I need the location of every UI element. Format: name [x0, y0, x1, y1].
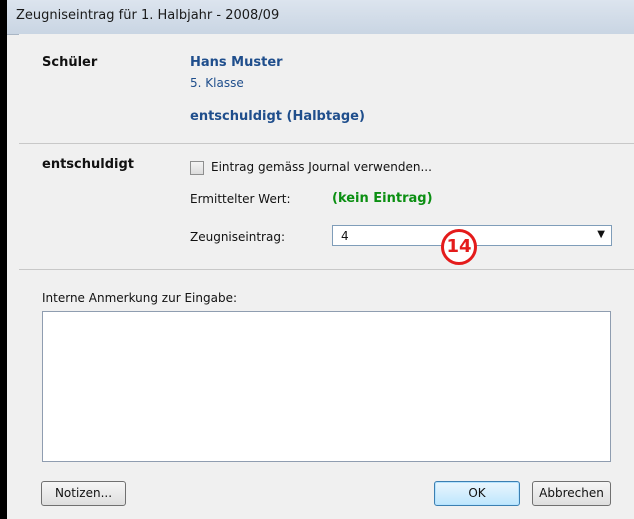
ok-button[interactable]: OK: [434, 481, 520, 506]
window-left-border: [0, 0, 7, 519]
excused-section-label: entschuldigt: [42, 157, 134, 172]
notes-button[interactable]: Notizen...: [41, 481, 126, 506]
internal-notes-textarea[interactable]: [42, 311, 611, 462]
student-class: 5. Klasse: [190, 76, 244, 90]
cancel-button[interactable]: Abbrechen: [532, 481, 611, 506]
section-divider: [19, 269, 634, 270]
window-title: Zeugniseintrag für 1. Halbjahr - 2008/09: [16, 8, 280, 23]
chevron-down-icon[interactable]: ▼: [597, 229, 605, 240]
journal-checkbox[interactable]: [190, 161, 204, 175]
annotation-badge: 14: [441, 229, 477, 265]
student-section-label: Schüler: [42, 55, 98, 70]
title-bar[interactable]: Zeugniseintrag für 1. Halbjahr - 2008/09: [7, 0, 634, 35]
field-caption: entschuldigt (Halbtage): [190, 109, 365, 124]
dialog-window: Zeugniseintrag für 1. Halbjahr - 2008/09…: [0, 0, 634, 519]
journal-checkbox-label[interactable]: Eintrag gemäss Journal verwenden...: [211, 160, 432, 174]
report-entry-value: 4: [341, 229, 349, 243]
internal-notes-label: Interne Anmerkung zur Eingabe:: [42, 291, 237, 305]
report-entry-label: Zeugniseintrag:: [190, 230, 285, 244]
computed-value: (kein Eintrag): [332, 191, 433, 206]
section-divider: [19, 143, 634, 144]
student-name: Hans Muster: [190, 55, 283, 70]
computed-value-label: Ermittelter Wert:: [190, 192, 291, 206]
